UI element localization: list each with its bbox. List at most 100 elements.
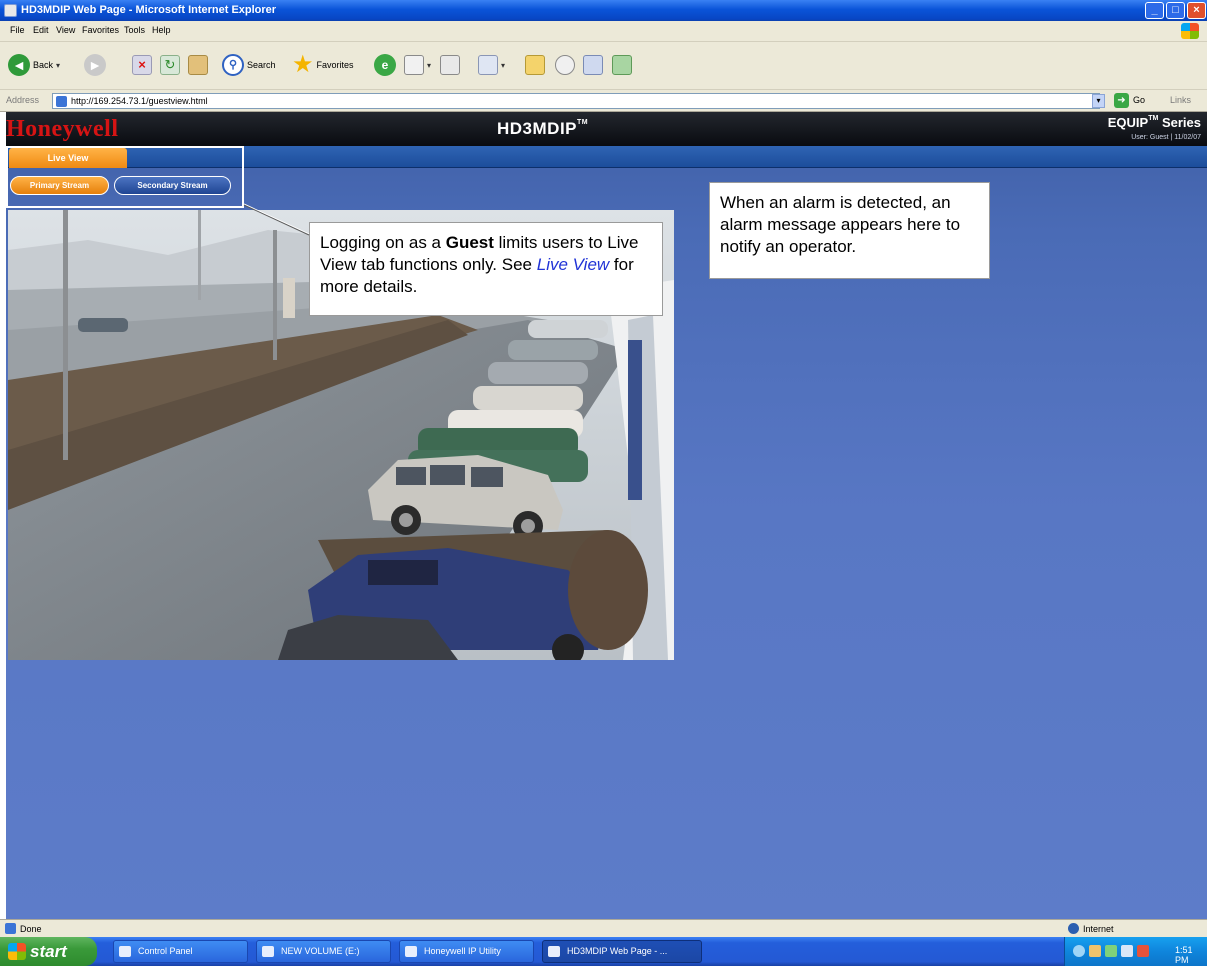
edit-dropdown-icon[interactable]: ▾ bbox=[501, 61, 505, 70]
page-status-icon bbox=[5, 923, 16, 934]
guest-callout: Logging on as a Guest limits users to Li… bbox=[309, 222, 663, 316]
page-icon bbox=[56, 96, 67, 107]
menu-bar: File Edit View Favorites Tools Help bbox=[0, 21, 1207, 42]
menu-tools[interactable]: Tools bbox=[124, 25, 145, 35]
taskbar-item-ip-utility[interactable]: Honeywell IP Utility bbox=[399, 940, 534, 963]
menu-edit[interactable]: Edit bbox=[33, 25, 49, 35]
tray-security-icon[interactable] bbox=[1137, 945, 1149, 957]
close-button[interactable]: × bbox=[1187, 2, 1206, 19]
ie-app-icon bbox=[4, 4, 17, 17]
stop-button[interactable]: × bbox=[132, 49, 152, 81]
media-icon: e bbox=[374, 54, 396, 76]
series-brand: EQUIP bbox=[1107, 115, 1149, 130]
home-icon bbox=[188, 55, 208, 75]
windows-flag-icon bbox=[8, 943, 26, 960]
system-tray: 1:51 PM bbox=[1064, 937, 1207, 966]
go-button[interactable]: Go bbox=[1133, 95, 1145, 105]
guest-callout-text-1: Logging on as a bbox=[320, 233, 446, 252]
address-label: Address bbox=[6, 95, 40, 105]
series-trademark: TM bbox=[1148, 115, 1159, 122]
favorites-button[interactable]: ★ Favorites bbox=[292, 49, 354, 81]
live-view-link[interactable]: Live View bbox=[537, 255, 609, 274]
search-icon: ⚲ bbox=[222, 54, 244, 76]
stop-icon: × bbox=[132, 55, 152, 75]
back-dropdown-icon[interactable]: ▾ bbox=[56, 61, 60, 70]
taskbar-item-label: Honeywell IP Utility bbox=[424, 946, 501, 956]
taskbar-item-new-volume[interactable]: NEW VOLUME (E:) bbox=[256, 940, 391, 963]
address-bar: Address http://169.254.73.1/guestview.ht… bbox=[0, 90, 1207, 112]
taskbar-item-label: HD3MDIP Web Page - ... bbox=[567, 946, 668, 956]
favorites-label: Favorites bbox=[316, 60, 354, 70]
product-name-text: HD3MDIP bbox=[497, 119, 578, 138]
internet-zone-icon bbox=[1068, 923, 1079, 934]
start-label: start bbox=[30, 942, 67, 961]
taskbar-item-label: NEW VOLUME (E:) bbox=[281, 946, 360, 956]
folder-icon bbox=[525, 55, 545, 75]
messenger-button[interactable] bbox=[555, 49, 575, 81]
home-button[interactable] bbox=[188, 49, 208, 81]
refresh-button[interactable]: ↻ bbox=[160, 49, 180, 81]
taskbar-item-web-page[interactable]: HD3MDIP Web Page - ... bbox=[542, 940, 702, 963]
address-input[interactable]: http://169.254.73.1/guestview.html bbox=[52, 93, 1100, 109]
series-word: Series bbox=[1158, 115, 1201, 130]
standard-toolbar: ◄ Back ▾ ► × ↻ ⚲ Search ★ Favorites e ▾ … bbox=[0, 42, 1207, 90]
tray-alert-icon[interactable] bbox=[1089, 945, 1101, 957]
forward-arrow-icon: ► bbox=[84, 54, 106, 76]
taskbar-item-control-panel[interactable]: Control Panel bbox=[113, 940, 248, 963]
taskbar-item-label: Control Panel bbox=[138, 946, 193, 956]
search-label: Search bbox=[247, 60, 276, 70]
messenger-icon bbox=[555, 55, 575, 75]
mail-icon bbox=[404, 55, 424, 75]
address-dropdown-icon[interactable]: ▾ bbox=[1092, 94, 1105, 108]
back-arrow-icon: ◄ bbox=[8, 54, 30, 76]
research-icon bbox=[583, 55, 603, 75]
menu-file[interactable]: File bbox=[10, 25, 25, 35]
maximize-button[interactable]: □ bbox=[1166, 2, 1185, 19]
status-text: Done bbox=[20, 924, 42, 934]
product-name: HD3MDIPTM bbox=[497, 119, 588, 139]
back-label: Back bbox=[33, 60, 54, 70]
print-icon bbox=[440, 55, 460, 75]
forward-button[interactable]: ► bbox=[84, 49, 106, 81]
media-button[interactable]: e bbox=[374, 49, 396, 81]
ip-utility-icon bbox=[405, 946, 417, 957]
folder-button[interactable] bbox=[525, 49, 545, 81]
refresh-icon: ↻ bbox=[160, 55, 180, 75]
windows-logo-icon bbox=[1181, 23, 1199, 39]
links-button[interactable]: Links bbox=[1170, 95, 1191, 105]
callout-leader-line bbox=[243, 203, 310, 236]
mail-dropdown-icon[interactable]: ▾ bbox=[427, 61, 431, 70]
tray-volume-icon[interactable] bbox=[1121, 945, 1133, 957]
money-icon bbox=[612, 55, 632, 75]
start-button[interactable]: start bbox=[0, 937, 97, 966]
search-button[interactable]: ⚲ Search bbox=[222, 49, 276, 81]
go-arrow-icon[interactable]: ➜ bbox=[1114, 93, 1129, 108]
mail-button[interactable]: ▾ bbox=[404, 49, 431, 81]
tray-app-icon[interactable] bbox=[1105, 945, 1117, 957]
menu-help[interactable]: Help bbox=[152, 25, 171, 35]
zone-text: Internet bbox=[1083, 924, 1114, 934]
window-title: HD3MDIP Web Page - Microsoft Internet Ex… bbox=[21, 4, 277, 16]
drive-icon bbox=[262, 946, 274, 957]
control-panel-icon bbox=[119, 946, 131, 957]
menu-view[interactable]: View bbox=[56, 25, 75, 35]
edit-button[interactable]: ▾ bbox=[478, 49, 505, 81]
edit-icon bbox=[478, 55, 498, 75]
taskbar-clock[interactable]: 1:51 PM bbox=[1175, 945, 1207, 965]
favorites-star-icon: ★ bbox=[292, 51, 314, 78]
print-button[interactable] bbox=[440, 49, 460, 81]
window-titlebar[interactable]: HD3MDIP Web Page - Microsoft Internet Ex… bbox=[0, 0, 1207, 21]
ie-page-icon bbox=[548, 946, 560, 957]
address-url: http://169.254.73.1/guestview.html bbox=[71, 96, 208, 106]
guest-callout-bold: Guest bbox=[445, 233, 494, 252]
user-info: User: Guest | 11/02/07 bbox=[1131, 134, 1201, 141]
tray-network-icon[interactable] bbox=[1073, 945, 1085, 957]
research-button[interactable] bbox=[583, 49, 603, 81]
taskbar: start Control Panel NEW VOLUME (E:) Hone… bbox=[0, 937, 1207, 966]
minimize-button[interactable]: _ bbox=[1145, 2, 1164, 19]
alarm-callout: When an alarm is detected, an alarm mess… bbox=[709, 182, 990, 279]
page-viewport: Honeywell HD3MDIPTM EQUIPTM Series User:… bbox=[6, 112, 1207, 919]
money-button[interactable] bbox=[612, 49, 632, 81]
back-button[interactable]: ◄ Back ▾ bbox=[8, 49, 60, 81]
menu-favorites[interactable]: Favorites bbox=[82, 25, 119, 35]
